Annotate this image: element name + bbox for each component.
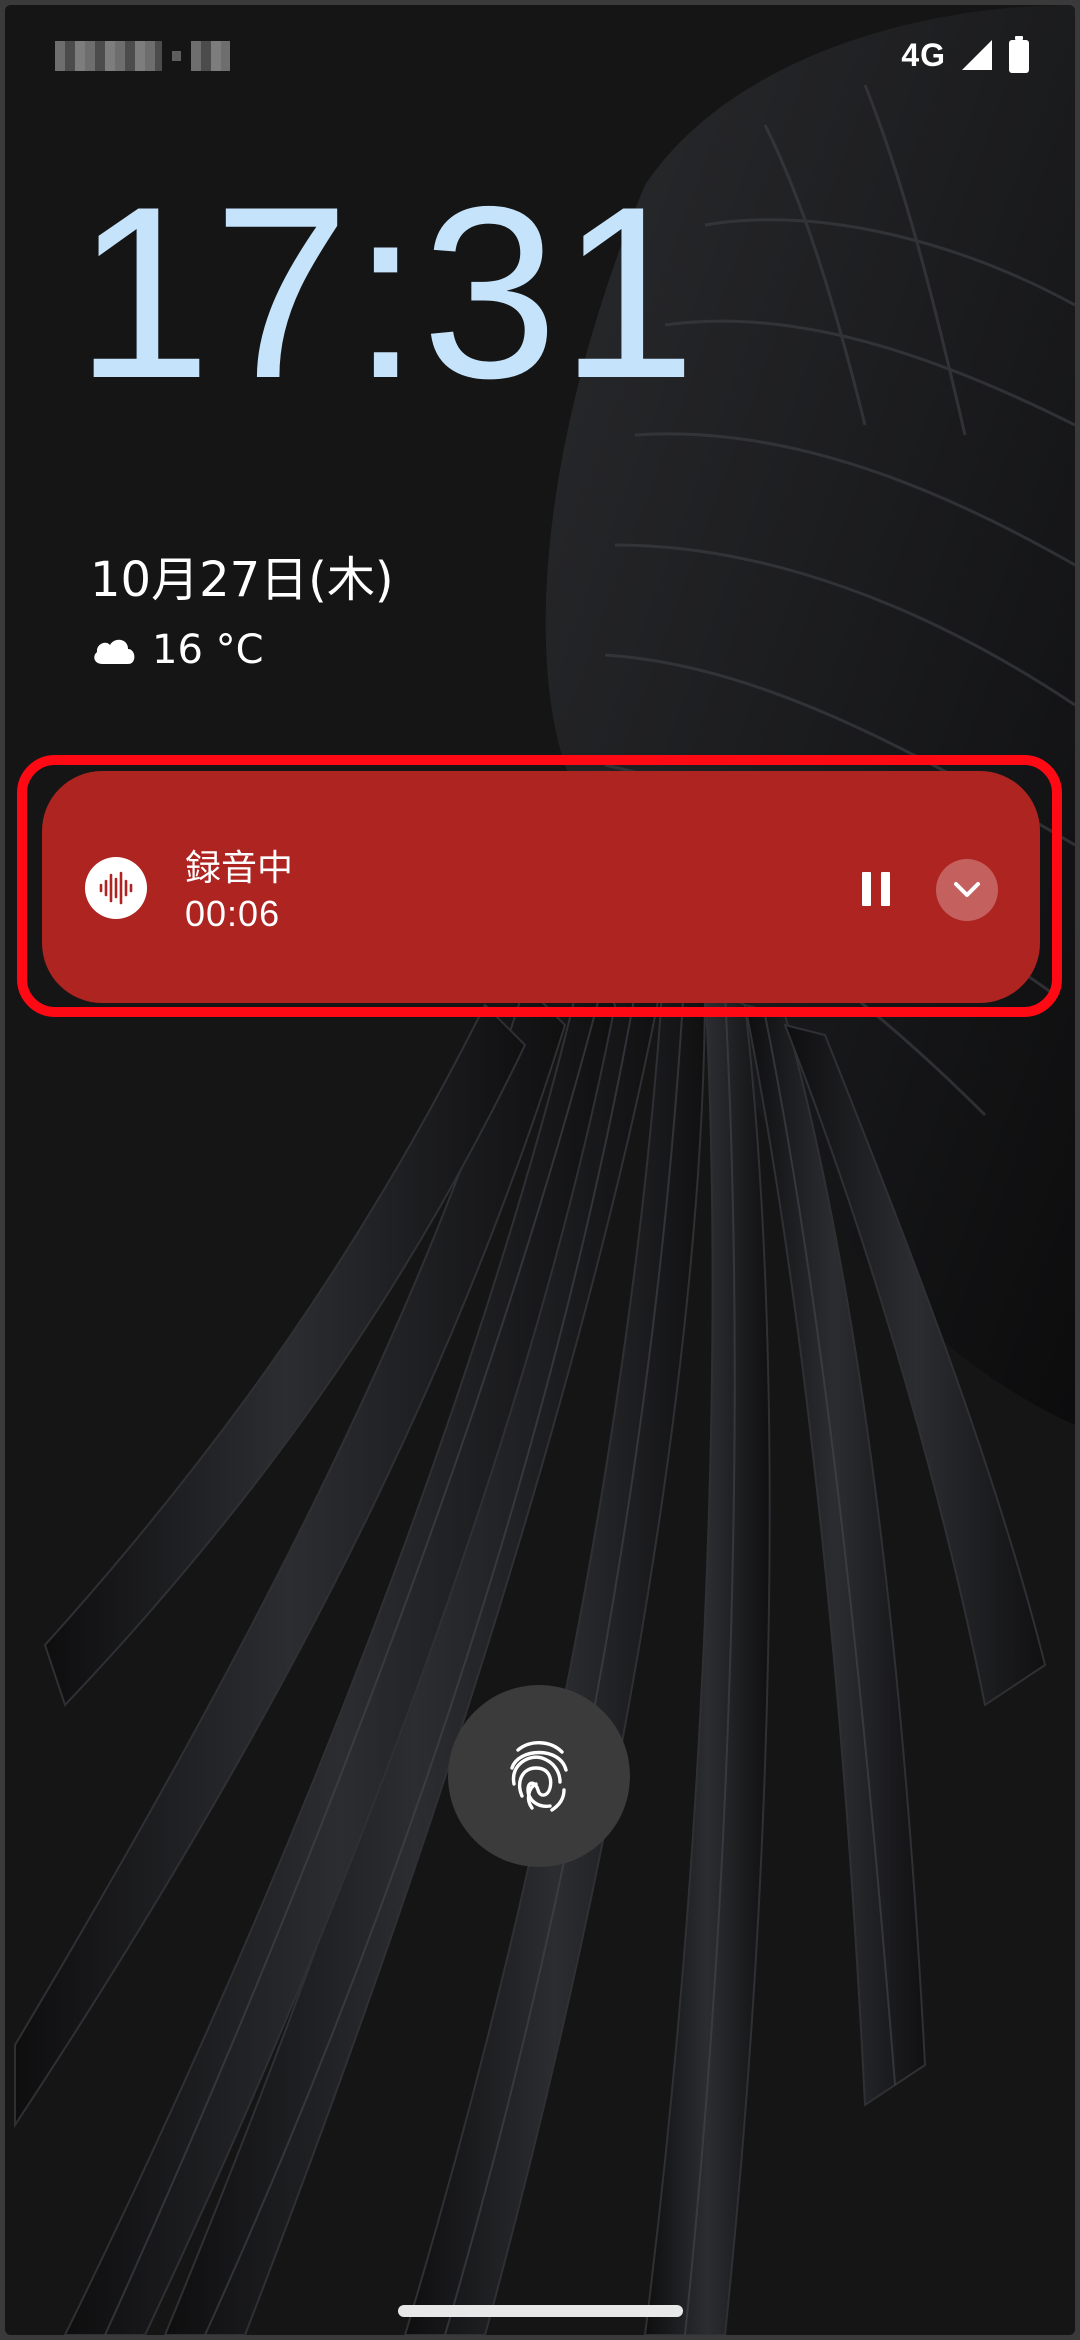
status-icons: 4G [901, 35, 1030, 75]
recording-elapsed-time: 00:06 [185, 893, 281, 934]
recording-status-title: 録音中 [185, 848, 294, 889]
status-bar: 4G [5, 5, 1075, 105]
carrier-name-redacted [55, 39, 230, 73]
lock-clock: 17:31 [75, 155, 699, 429]
expand-notification-button[interactable] [936, 859, 998, 921]
fingerprint-icon [510, 1741, 568, 1812]
weather-widget[interactable]: 16 °C [90, 627, 264, 673]
waveform-icon [99, 871, 133, 905]
home-gesture-handle[interactable] [398, 2305, 683, 2317]
pause-button[interactable] [840, 853, 912, 925]
chevron-down-icon [954, 882, 980, 897]
pause-icon [862, 872, 890, 906]
weather-temperature: 16 °C [152, 627, 264, 673]
cell-signal-icon [962, 40, 992, 70]
cloud-icon [94, 639, 135, 664]
battery-icon [1009, 36, 1029, 73]
lock-screen: 4G 17:31 10月27日(木) 16 °C 録音中 00:06 [5, 5, 1075, 2335]
network-type-label: 4G [901, 36, 946, 73]
lock-date: 10月27日(木) [90, 552, 394, 608]
recording-notification[interactable]: 録音中 00:06 [42, 771, 1040, 1003]
fingerprint-unlock-button[interactable] [448, 1685, 630, 1867]
recorder-app-icon [85, 857, 147, 919]
